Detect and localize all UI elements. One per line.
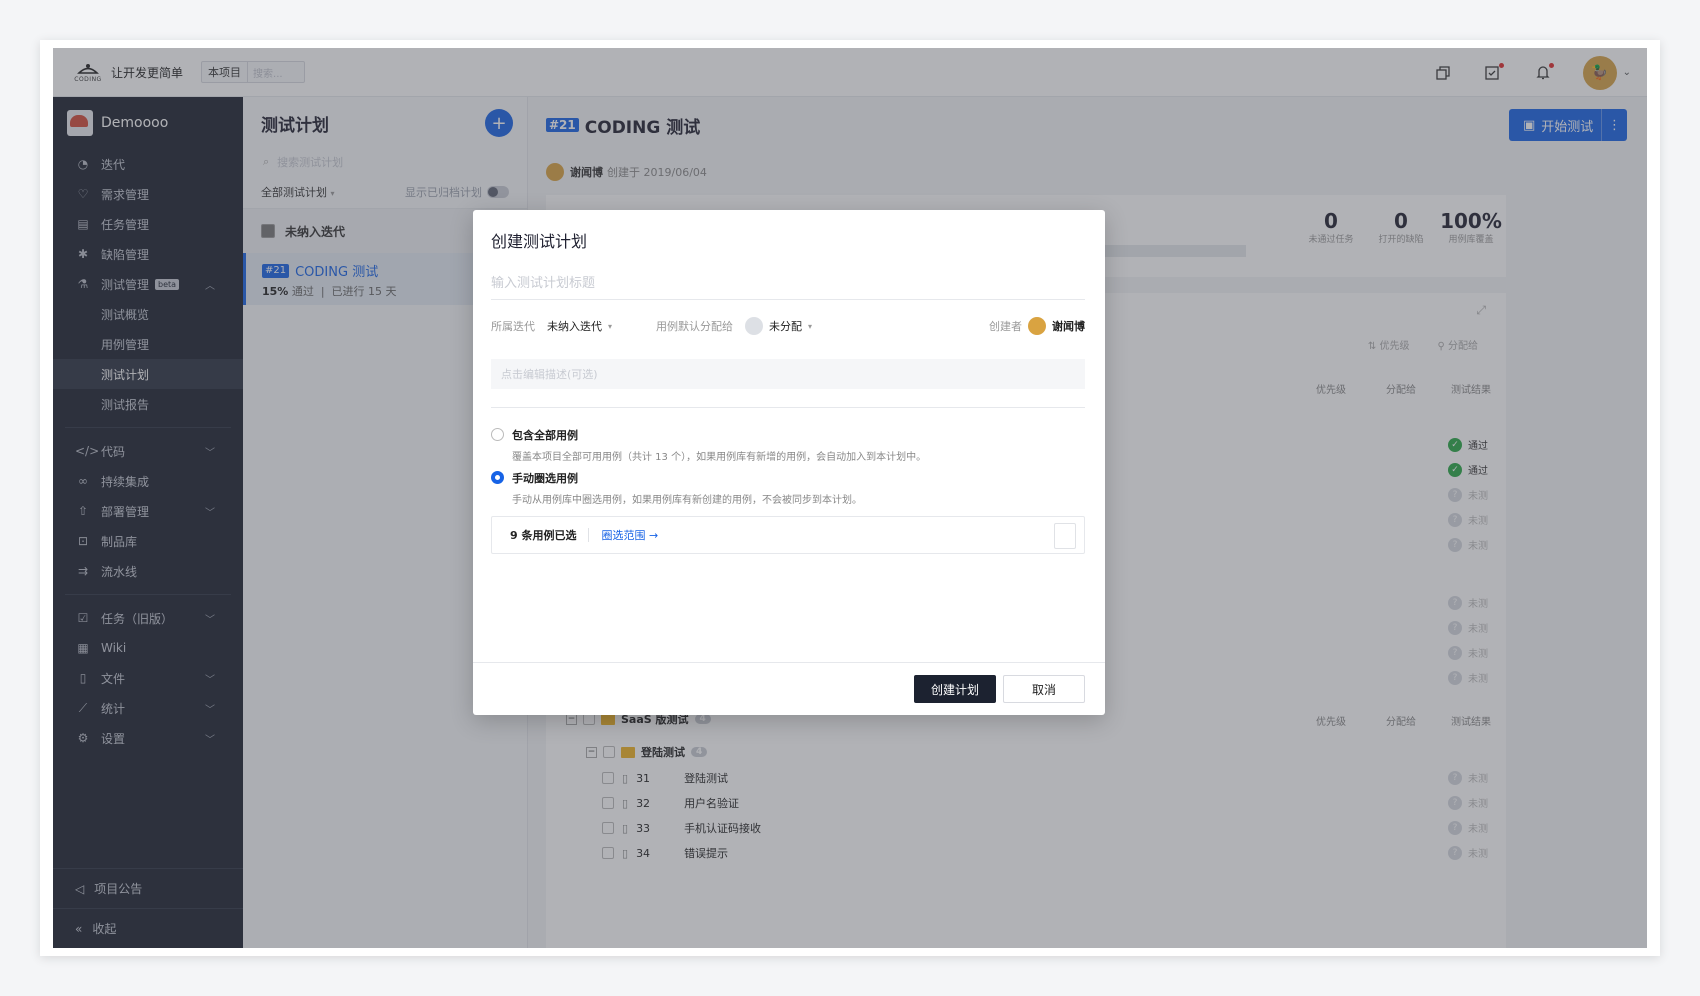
option-manual-select[interactable]: 手动圈选用例手动从用例库中圈选用例，如果用例库有新创建的用例，不会被同步到本计划… [491, 470, 862, 506]
selected-count: 9 条用例已选 [510, 529, 577, 542]
assignee-select[interactable]: 未分配 ▾ [745, 317, 812, 335]
app-screen: CODING 让开发更简单 本项目 搜索... 🦆 ⌄ Demoooo ◔ 迭代… [53, 48, 1647, 948]
create-plan-button[interactable]: 创建计划 [914, 675, 996, 703]
iteration-label: 所属迭代 [491, 320, 535, 333]
caret-down-icon: ▾ [608, 321, 613, 331]
cancel-button[interactable]: 取消 [1003, 675, 1085, 703]
user-placeholder-icon [745, 317, 764, 335]
assign-label: 用例默认分配给 [656, 320, 734, 333]
option-include-all[interactable]: 包含全部用例覆盖本项目全部可用用例（共计 13 个），如果用例库有新增的用例，会… [491, 427, 926, 463]
description-editor[interactable]: 点击编辑描述(可选) [491, 359, 1085, 389]
assignee-value: 未分配 [769, 320, 803, 333]
divider [588, 528, 590, 542]
create-plan-dialog: 创建测试计划 所属迭代 未纳入迭代▾ 用例默认分配给 未分配▾ 创建者 谢闻博 … [473, 210, 1105, 715]
plan-title-input[interactable] [491, 268, 1085, 300]
dialog-title: 创建测试计划 [491, 232, 588, 251]
select-range-link[interactable]: 圈选范围 → [601, 527, 658, 543]
option-description: 手动从用例库中圈选用例，如果用例库有新创建的用例，不会被同步到本计划。 [512, 495, 862, 506]
plan-fields-row: 所属迭代 未纳入迭代 ▾ 用例默认分配给 未分配 ▾ 创建者 谢闻博 [491, 315, 1085, 337]
document-icon [1054, 523, 1076, 549]
creator-name: 谢闻博 [1052, 320, 1085, 333]
option-title: 包含全部用例 [512, 429, 578, 442]
radio-button[interactable] [491, 428, 504, 441]
creator-avatar [1028, 317, 1046, 335]
iteration-select[interactable]: 未纳入迭代 ▾ [547, 318, 612, 334]
option-title: 手动圈选用例 [512, 472, 578, 485]
caret-down-icon: ▾ [808, 321, 813, 331]
creator-label: 创建者 [989, 320, 1022, 333]
divider [491, 407, 1085, 408]
selected-cases-box: 9 条用例已选 圈选范围 → [491, 516, 1085, 554]
screenshot-frame: CODING 让开发更简单 本项目 搜索... 🦆 ⌄ Demoooo ◔ 迭代… [40, 40, 1660, 956]
dialog-footer-divider [473, 662, 1105, 663]
option-description: 覆盖本项目全部可用用例（共计 13 个），如果用例库有新增的用例，会自动加入到本… [512, 452, 927, 463]
creator-field: 创建者 谢闻博 [989, 317, 1085, 335]
radio-button-selected[interactable] [491, 471, 504, 484]
iteration-value: 未纳入迭代 [547, 320, 602, 333]
